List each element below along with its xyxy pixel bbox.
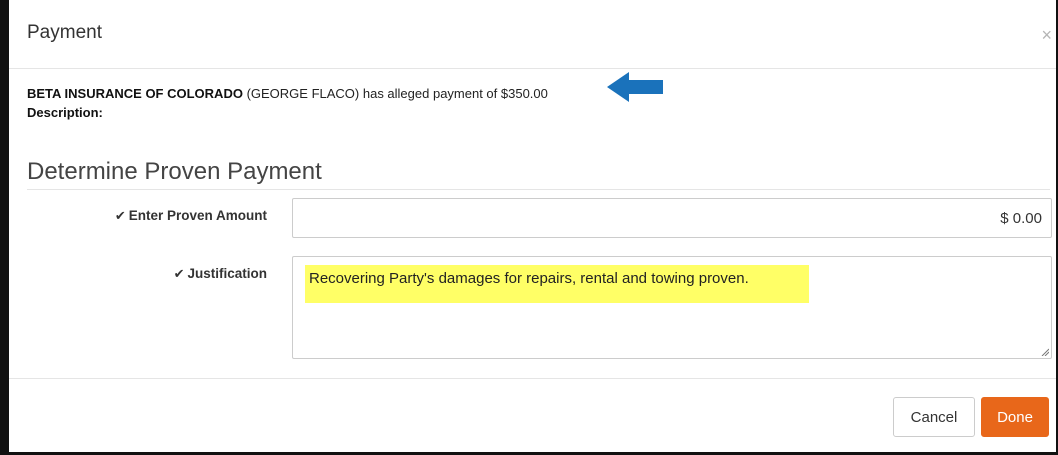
check-icon: ✔ xyxy=(114,208,126,223)
modal-title: Payment xyxy=(27,22,102,43)
description-label: Description: xyxy=(27,105,103,120)
amount-label: ✔ Enter Proven Amount xyxy=(114,208,267,223)
resize-grip-icon[interactable] xyxy=(1041,348,1049,356)
section-divider xyxy=(27,189,1050,190)
justification-text: Recovering Party's damages for repairs, … xyxy=(305,265,809,303)
done-button[interactable]: Done xyxy=(981,397,1049,437)
payment-modal: Payment × BETA INSURANCE OF COLORADO (GE… xyxy=(0,0,1058,455)
justification-label: ✔ Justification xyxy=(173,266,267,281)
check-icon: ✔ xyxy=(173,266,185,281)
cancel-button[interactable]: Cancel xyxy=(893,397,975,437)
proven-amount-input[interactable] xyxy=(292,198,1052,238)
payment-summary: BETA INSURANCE OF COLORADO (GEORGE FLACO… xyxy=(27,84,548,122)
modal-header: Payment × xyxy=(9,0,1056,69)
modal-footer: Cancel Done xyxy=(9,378,1056,453)
justification-textarea[interactable]: Recovering Party's damages for repairs, … xyxy=(292,256,1052,359)
section-title: Determine Proven Payment xyxy=(27,158,322,185)
close-icon[interactable]: × xyxy=(1041,26,1052,44)
insurer-name: BETA INSURANCE OF COLORADO xyxy=(27,86,243,101)
blue-left-arrow-icon xyxy=(607,72,663,102)
alleged-payment-text: (GEORGE FLACO) has alleged payment of $3… xyxy=(242,86,548,101)
